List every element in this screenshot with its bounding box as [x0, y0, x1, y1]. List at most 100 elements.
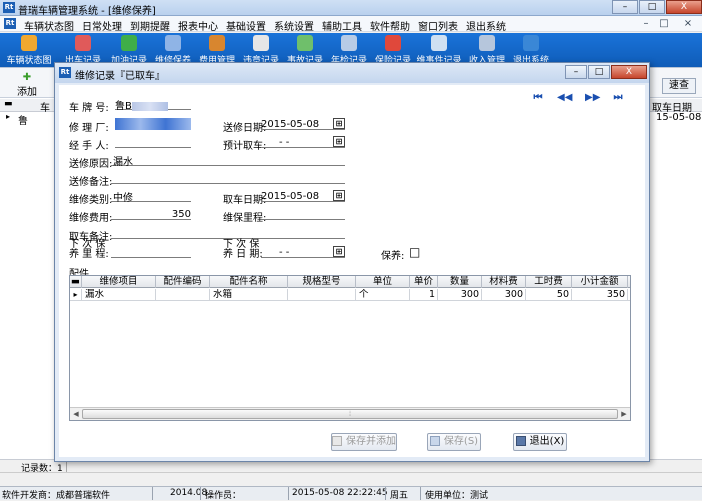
mileage-field[interactable] [261, 207, 345, 220]
repair-cost-label: 维修费用: [69, 213, 113, 224]
dialog-close-button[interactable]: X [611, 65, 647, 79]
next-mileage-field[interactable] [111, 245, 191, 258]
send-date-calendar-icon[interactable]: ⊞ [333, 118, 345, 129]
dialog-title-bar[interactable]: Rt 维修记录『已取车』 – □ X [55, 63, 649, 83]
status-separator [288, 487, 289, 500]
mdi-restore-button[interactable]: □ [656, 17, 672, 31]
dialog-maximize-button[interactable]: □ [588, 65, 610, 79]
parts-grid: ▬ 维修项目 配件编码 配件名称 规格型号 单位 单价 数量 材料费 工时费 小计金额 ▸ 漏水 水箱 个… [69, 275, 631, 421]
repair-cost-field[interactable]: 350 [111, 207, 191, 220]
grid-header-cell[interactable]: 配件编码 [156, 276, 210, 288]
pickup-note-field[interactable] [111, 226, 345, 239]
pickup-date-calendar-icon[interactable]: ⊞ [333, 190, 345, 201]
scroll-thumb[interactable]: ⦙ [82, 409, 618, 419]
toolbar-item-icon [253, 35, 269, 51]
grid-cell[interactable]: 50 [526, 289, 572, 301]
grid-header-cell[interactable]: 小计金额 [572, 276, 628, 288]
grid-cell[interactable]: 漏水 [82, 289, 156, 301]
menu-item[interactable]: 日常处理 [78, 18, 126, 33]
list-row-pickup-date: 15-05-08 [656, 112, 702, 123]
scroll-right-icon[interactable]: ▶ [618, 409, 630, 419]
menu-item[interactable]: 退出系统 [462, 18, 510, 33]
add-button-label: 添加 [17, 87, 37, 98]
maximize-button[interactable]: □ [639, 0, 665, 14]
save-button[interactable]: 保存(S) [427, 433, 481, 451]
send-date-value: 2015-05-08 [261, 119, 320, 130]
repair-shop-field[interactable] [115, 117, 191, 130]
save-and-add-label: 保存并添加 [346, 436, 396, 447]
toolbar-item[interactable]: 车辆状态图 [6, 35, 52, 67]
menu-item[interactable]: 软件帮助 [366, 18, 414, 33]
grid-cell[interactable] [288, 289, 356, 301]
grid-header-cell[interactable]: 规格型号 [288, 276, 356, 288]
grid-cell[interactable]: 350 [572, 289, 628, 301]
menu-item[interactable]: 基础设置 [222, 18, 270, 33]
expected-pickup-value: - - [279, 137, 290, 148]
next-date-calendar-icon[interactable]: ⊞ [333, 246, 345, 257]
prev-record-icon[interactable]: ◀◀ [557, 91, 572, 105]
next-mileage-label: 下 次 保 养 里 程: [69, 240, 109, 260]
menu-item[interactable]: 到期提醒 [126, 18, 174, 33]
menu-item[interactable]: 报表中心 [174, 18, 222, 33]
status-version: 2014.08 [170, 488, 208, 498]
status-unit: 使用单位：测试 [425, 491, 489, 501]
maintenance-checkbox[interactable]: □ [409, 245, 420, 259]
add-button[interactable]: ✚ 添加 [4, 72, 50, 98]
grid-header-cell[interactable]: 数量 [438, 276, 482, 288]
row-pointer-icon: ▸ [6, 112, 11, 121]
status-separator [152, 487, 153, 500]
menu-item[interactable]: 车辆状态图 [20, 18, 78, 33]
grid-header-cell[interactable]: 材料费 [482, 276, 526, 288]
menu-item[interactable]: 窗口列表 [414, 18, 462, 33]
dialog-minimize-button[interactable]: – [565, 65, 587, 79]
next-record-icon[interactable]: ▶▶ [585, 91, 600, 105]
send-note-field[interactable] [111, 171, 345, 184]
status-separator [200, 487, 201, 500]
plate-field[interactable]: 鲁B [115, 97, 191, 112]
grid-cell[interactable]: 300 [438, 289, 482, 301]
grid-cell[interactable] [156, 289, 210, 301]
grid-cell[interactable]: 水箱 [210, 289, 288, 301]
grid-cell[interactable]: 个 [356, 289, 410, 301]
last-record-icon[interactable]: ⏭ [611, 91, 625, 105]
grid-row[interactable]: ▸ 漏水 水箱个 1 300 300 50 350 [70, 289, 630, 301]
handler-field[interactable] [115, 135, 191, 148]
first-record-icon[interactable]: ⏮ [531, 91, 545, 105]
grid-horizontal-scrollbar[interactable]: ◀ ⦙ ▶ [70, 407, 630, 420]
repair-shop-label: 修 理 厂: [69, 123, 109, 134]
mdi-minimize-button[interactable]: – [638, 17, 654, 31]
save-and-add-button[interactable]: 保存并添加 [331, 433, 397, 451]
expected-pickup-label: 预计取车: [223, 141, 267, 152]
add-icon: ✚ [22, 72, 32, 83]
repair-cost-value: 350 [171, 209, 191, 220]
close-button[interactable]: X [666, 0, 702, 14]
next-mileage-label-bottom: 养 里 程: [69, 249, 109, 260]
main-title-bar: Rt 普瑞车辆管理系统 - [维修保养] – □ X [0, 0, 702, 17]
exit-button[interactable]: 退出(X) [513, 433, 567, 451]
mdi-close-button[interactable]: × [680, 17, 696, 31]
send-reason-value: 漏水 [113, 157, 133, 168]
send-reason-field[interactable]: 漏水 [111, 153, 345, 168]
save-and-add-icon [332, 436, 342, 446]
grid-cell[interactable]: 300 [482, 289, 526, 301]
main-window-title: 普瑞车辆管理系统 - [维修保养] [18, 6, 156, 17]
grid-header-cell[interactable]: 维修项目 [82, 276, 156, 288]
repair-type-field[interactable]: 中修 [111, 189, 191, 204]
expected-pickup-calendar-icon[interactable]: ⊞ [333, 136, 345, 147]
minimize-button[interactable]: – [612, 0, 638, 14]
toolbar-item-icon [341, 35, 357, 51]
grid-header-cell[interactable]: 单位 [356, 276, 410, 288]
dialog-logo-icon: Rt [59, 67, 71, 78]
grid-header-cell[interactable]: 单价 [410, 276, 438, 288]
toolbar-item-icon [523, 35, 539, 51]
menu-item[interactable]: 辅助工具 [318, 18, 366, 33]
grid-cell[interactable]: 1 [410, 289, 438, 301]
grid-header-cell[interactable]: 工时费 [526, 276, 572, 288]
quick-search-button[interactable]: 速查 [662, 78, 696, 94]
scroll-left-icon[interactable]: ◀ [70, 409, 82, 419]
menu-items: 车辆状态图 日常处理 到期提醒 报表中心 基础设置 系统设置 辅助工具 软件帮助 窗口列表 退出系… [20, 18, 510, 33]
menu-item[interactable]: 系统设置 [270, 18, 318, 33]
plate-value: 鲁B [115, 101, 132, 112]
grid-header-cell[interactable]: 配件名称 [210, 276, 288, 288]
main-horizontal-scrollbar[interactable] [0, 472, 702, 484]
